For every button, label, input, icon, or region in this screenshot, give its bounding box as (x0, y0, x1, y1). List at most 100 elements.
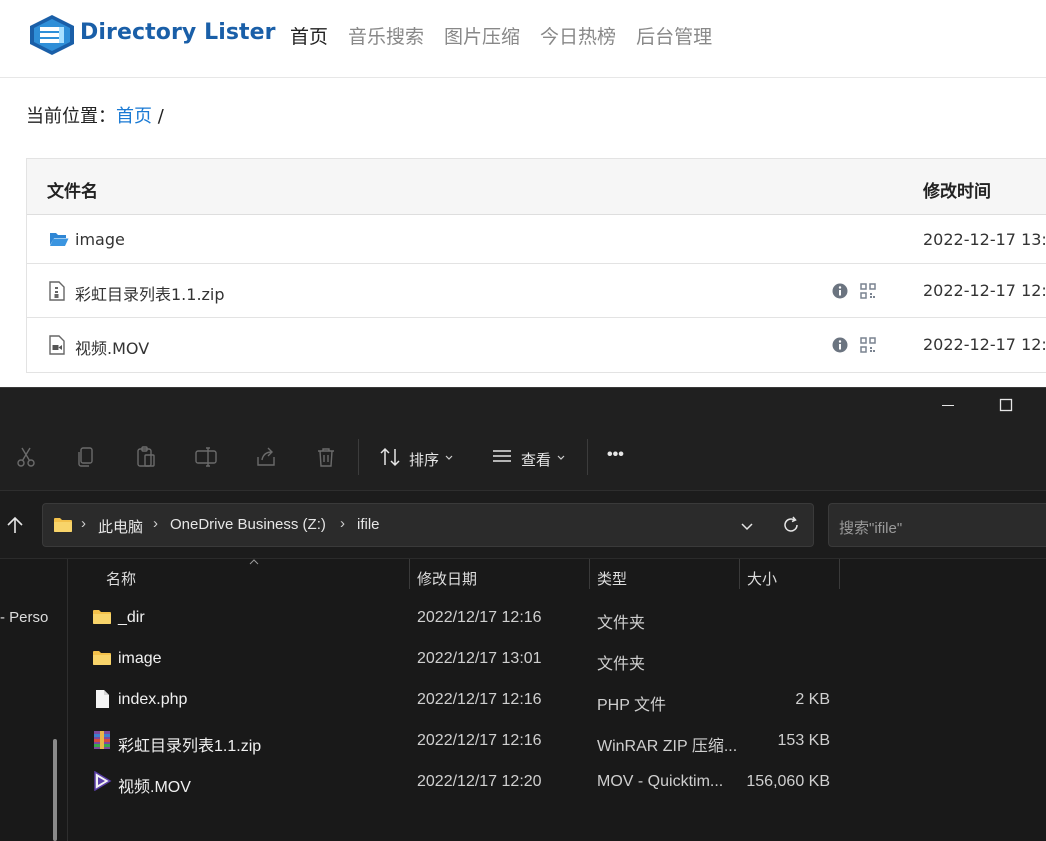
breadcrumb-chevron-icon: › (340, 515, 345, 532)
file-type: MOV - Quicktim... (597, 773, 724, 790)
list-item[interactable]: index.php 2022/12/17 12:16 PHP 文件 2 KB (68, 679, 848, 720)
sort-icon[interactable] (378, 445, 402, 469)
column-header-filename[interactable]: 文件名 (47, 177, 98, 202)
file-name-link[interactable]: 彩虹目录列表1.1.zip (75, 281, 225, 305)
chevron-down-icon[interactable] (740, 519, 754, 533)
column-divider[interactable] (589, 559, 590, 589)
directory-lister-page: Directory Lister 首页 音乐搜索 图片压缩 今日热榜 后台管理 … (0, 0, 1046, 387)
file-table: 文件名 修改时间 image 2022-12-17 13:01 彩虹目录列表1.… (26, 158, 1046, 373)
list-item[interactable]: 彩虹目录列表1.1.zip 2022/12/17 12:16 WinRAR ZI… (68, 720, 848, 761)
more-options-button[interactable]: ••• (607, 446, 624, 464)
folder-icon (93, 610, 111, 624)
breadcrumb-chevron-icon: › (153, 515, 158, 532)
column-header-name[interactable]: 名称 (106, 568, 136, 589)
window-titlebar (0, 387, 1046, 425)
table-row[interactable]: image 2022-12-17 13:01 (27, 215, 1046, 264)
folder-open-icon (50, 233, 69, 246)
file-table-header: 文件名 修改时间 (27, 159, 1046, 215)
breadcrumb-separator: / (157, 106, 164, 127)
column-header-size[interactable]: 大小 (747, 568, 777, 589)
address-bar-row: › 此电脑 › OneDrive Business (Z:) › ifile 搜… (0, 491, 1046, 559)
rename-icon[interactable] (194, 445, 218, 469)
file-type: PHP 文件 (597, 697, 667, 714)
folder-icon (54, 518, 72, 532)
refresh-icon[interactable] (781, 515, 801, 535)
sort-ascending-icon (249, 559, 259, 565)
folder-icon (93, 651, 111, 665)
breadcrumb-home-link[interactable]: 首页 (116, 106, 152, 127)
minimize-icon[interactable] (941, 398, 955, 412)
file-list-header: 名称 修改日期 类型 大小 (68, 559, 1046, 595)
winrar-icon (94, 731, 110, 749)
file-date: 2022/12/17 12:20 (417, 773, 542, 790)
file-list: 名称 修改日期 类型 大小 _dir 2022/12/17 12:16 文件夹 (68, 559, 1046, 841)
column-divider[interactable] (839, 559, 840, 589)
breadcrumb-chevron-icon: › (81, 515, 86, 532)
file-modified-time: 2022-12-17 12:16 (923, 281, 1046, 300)
file-explorer-window: 排序 查看 ••• › 此电脑 › OneDrive Business (Z:)… (0, 387, 1046, 841)
column-header-type[interactable]: 类型 (597, 568, 627, 589)
info-icon[interactable] (832, 283, 848, 299)
list-item[interactable]: _dir 2022/12/17 12:16 文件夹 (68, 597, 848, 638)
brand-title[interactable]: Directory Lister (80, 20, 276, 45)
maximize-icon[interactable] (999, 398, 1013, 412)
column-header-modified[interactable]: 修改时间 (923, 177, 991, 202)
column-header-date[interactable]: 修改日期 (417, 568, 477, 589)
sort-button[interactable]: 排序 (409, 449, 439, 470)
file-name: image (118, 650, 162, 667)
search-box[interactable]: 搜索"ifile" (828, 503, 1046, 547)
cut-icon[interactable] (14, 445, 38, 469)
chevron-down-icon[interactable] (444, 453, 454, 463)
address-segment-ifile[interactable]: ifile (357, 516, 380, 533)
menu-item-home[interactable]: 首页 (290, 22, 328, 49)
file-type: 文件夹 (597, 656, 646, 673)
nav-item-onedrive-personal[interactable]: - Perso (0, 609, 48, 626)
menu-item-music-search[interactable]: 音乐搜索 (348, 22, 424, 49)
file-name: 视频.MOV (118, 779, 191, 796)
logo-icon[interactable] (28, 14, 76, 56)
file-modified-time: 2022-12-17 12:20 (923, 335, 1046, 354)
delete-icon[interactable] (314, 445, 338, 469)
copy-icon[interactable] (74, 445, 98, 469)
address-segment-onedrive[interactable]: OneDrive Business (Z:) (170, 516, 326, 533)
table-row[interactable]: 彩虹目录列表1.1.zip 2022-12-17 12:16 (27, 264, 1046, 318)
search-input[interactable]: 搜索"ifile" (839, 517, 902, 538)
file-name-link[interactable]: 视频.MOV (75, 335, 149, 359)
toolbar-separator (358, 439, 359, 475)
menu-item-image-compress[interactable]: 图片压缩 (444, 22, 520, 49)
top-navbar: Directory Lister 首页 音乐搜索 图片压缩 今日热榜 后台管理 (0, 0, 1046, 78)
qrcode-icon[interactable] (860, 337, 876, 353)
qrcode-icon[interactable] (860, 283, 876, 299)
view-icon[interactable] (490, 445, 514, 469)
file-name-link[interactable]: image (75, 230, 125, 249)
list-item[interactable]: image 2022/12/17 13:01 文件夹 (68, 638, 848, 679)
navigation-pane: - Perso (0, 559, 68, 841)
info-icon[interactable] (832, 337, 848, 353)
table-row[interactable]: 视频.MOV 2022-12-17 12:20 (27, 318, 1046, 372)
list-item[interactable]: 视频.MOV 2022/12/17 12:20 MOV - Quicktim..… (68, 761, 848, 802)
column-divider[interactable] (409, 559, 410, 589)
file-type: WinRAR ZIP 压缩... (597, 738, 738, 755)
address-segment-this-pc[interactable]: 此电脑 (98, 516, 143, 537)
share-icon[interactable] (254, 445, 278, 469)
mov-video-icon (94, 771, 112, 791)
address-bar[interactable]: › 此电脑 › OneDrive Business (Z:) › ifile (42, 503, 814, 547)
command-bar: 排序 查看 ••• (0, 425, 1046, 491)
view-button[interactable]: 查看 (521, 449, 551, 470)
menu-item-admin[interactable]: 后台管理 (636, 22, 712, 49)
up-arrow-icon[interactable] (6, 515, 24, 535)
file-date: 2022/12/17 12:16 (417, 691, 542, 708)
toolbar-separator (587, 439, 588, 475)
file-date: 2022/12/17 12:16 (417, 609, 542, 626)
breadcrumb: 当前位置：首页 / (26, 102, 164, 128)
video-file-icon (49, 335, 65, 355)
paste-icon[interactable] (134, 445, 158, 469)
column-divider[interactable] (739, 559, 740, 589)
scrollbar-thumb[interactable] (53, 739, 57, 841)
main-menu: 首页 音乐搜索 图片压缩 今日热榜 后台管理 (290, 22, 712, 49)
zip-file-icon (49, 281, 65, 301)
chevron-down-icon[interactable] (556, 453, 566, 463)
menu-item-hot-list[interactable]: 今日热榜 (540, 22, 616, 49)
file-date: 2022/12/17 13:01 (417, 650, 542, 667)
file-size: 156,060 KB (746, 773, 830, 790)
